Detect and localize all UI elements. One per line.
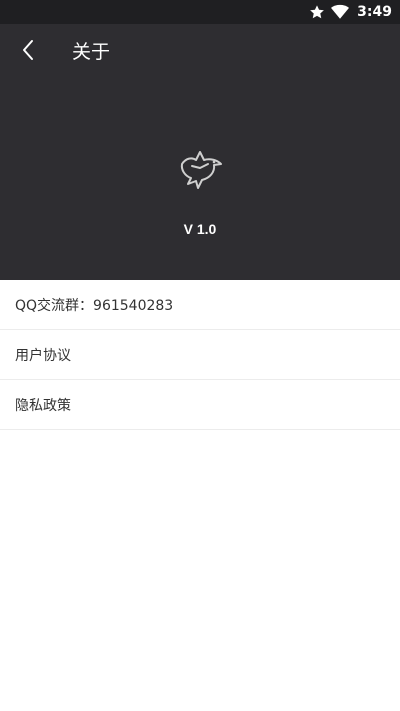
list-item-label: QQ交流群：961540283 (15, 297, 174, 314)
app-version: V 1.0 (183, 221, 217, 237)
page-title: 关于 (72, 41, 111, 63)
dove-icon (174, 151, 226, 200)
wifi-icon (331, 4, 350, 20)
star-icon (309, 4, 325, 20)
status-bar: 3:49 (0, 0, 400, 24)
app-logo (174, 144, 226, 196)
list-item-user-agreement[interactable]: 用户协议 (0, 330, 400, 380)
toolbar: 关于 (0, 24, 400, 80)
status-time: 3:49 (357, 4, 392, 20)
list-item-qq-group[interactable]: QQ交流群：961540283 (0, 280, 400, 330)
chevron-left-icon (21, 39, 35, 65)
list-item-privacy-policy[interactable]: 隐私政策 (0, 380, 400, 430)
list-item-label: 用户协议 (15, 347, 71, 364)
about-options-list: QQ交流群：961540283 用户协议 隐私政策 (0, 280, 400, 430)
back-button[interactable] (12, 36, 44, 68)
about-header: 关于 V 1.0 (0, 24, 400, 280)
list-item-label: 隐私政策 (15, 397, 71, 414)
